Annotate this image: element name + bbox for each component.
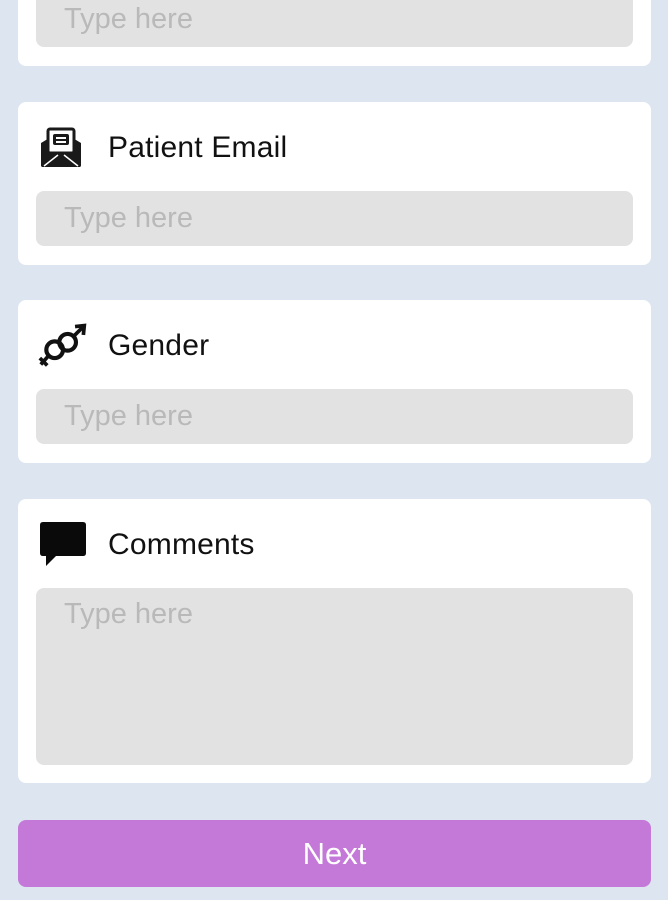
previous-field-card (18, 0, 651, 66)
previous-field-input[interactable] (36, 0, 633, 47)
gender-label: Gender (108, 329, 210, 362)
gender-header: Gender (38, 322, 209, 370)
gender-icon (38, 322, 88, 370)
gender-input[interactable] (36, 389, 633, 444)
comments-textarea[interactable] (36, 588, 633, 765)
patient-email-card: Patient Email (18, 102, 651, 265)
speech-bubble-icon (38, 521, 88, 569)
comments-card: Comments (18, 499, 651, 783)
envelope-icon (38, 124, 88, 172)
patient-email-label: Patient Email (108, 131, 288, 164)
patient-email-input[interactable] (36, 191, 633, 246)
comments-label: Comments (108, 528, 255, 561)
next-button[interactable]: Next (18, 820, 651, 887)
gender-card: Gender (18, 300, 651, 463)
patient-email-header: Patient Email (38, 124, 287, 172)
comments-header: Comments (38, 521, 255, 569)
